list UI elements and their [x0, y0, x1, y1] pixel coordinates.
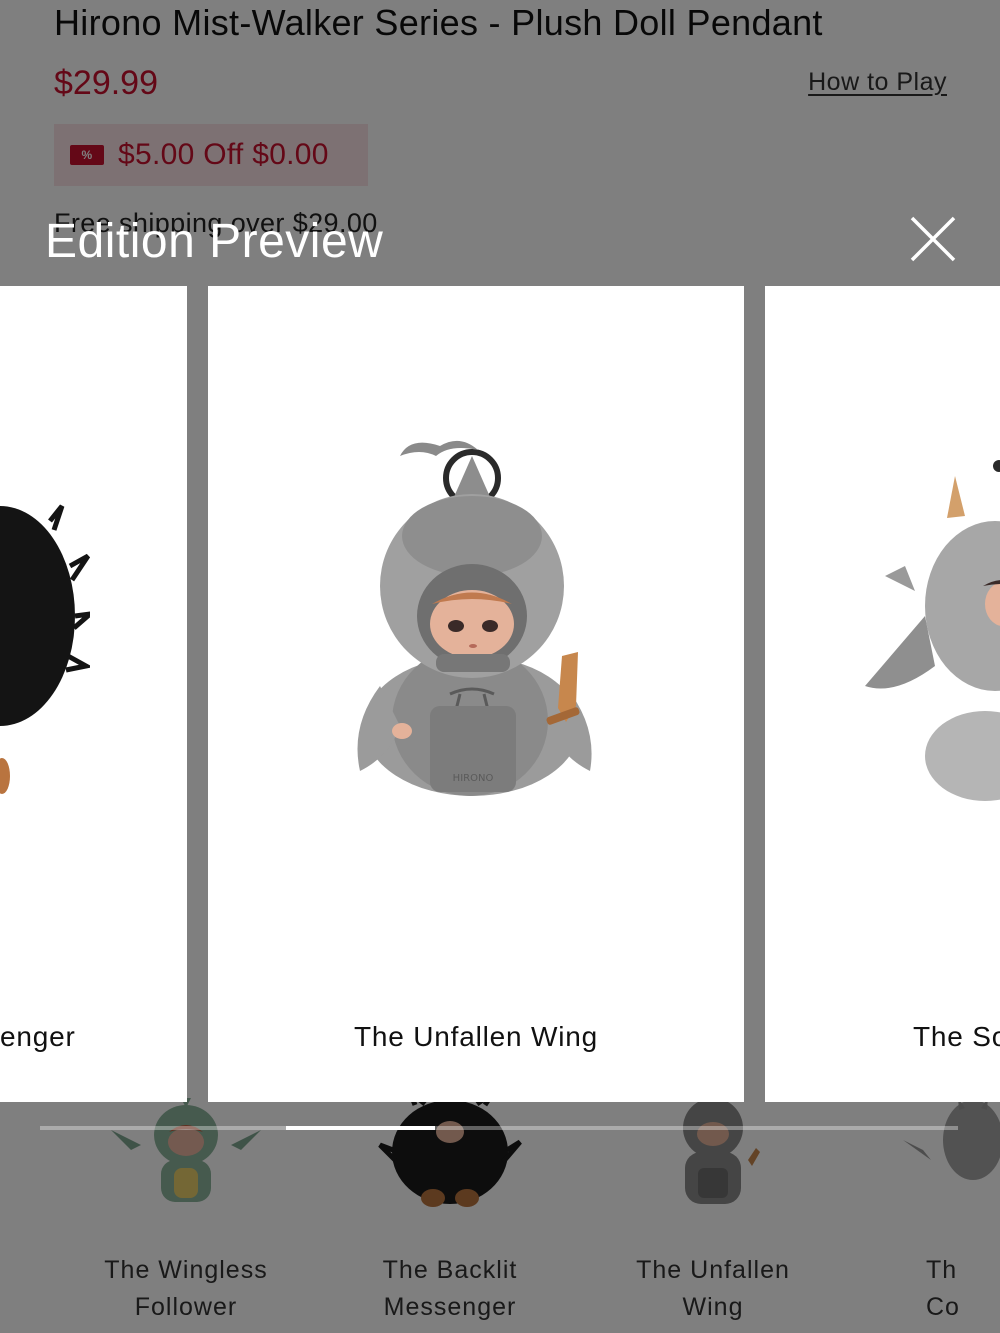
edition-slide-previous[interactable]: enger [0, 286, 187, 1102]
modal-title: Edition Preview [45, 215, 384, 268]
carousel-progress-indicator [286, 1126, 435, 1130]
doll-image: HIRONO [357, 440, 592, 796]
edition-slide-current[interactable]: HIRONO The Unfallen Wing [208, 286, 744, 1102]
doll-image [865, 460, 1000, 801]
edition-slide-next[interactable]: The So [765, 286, 1000, 1102]
edition-slide-label: enger [0, 1021, 76, 1052]
edition-slide-label: The So [913, 1021, 1000, 1052]
close-icon [910, 216, 956, 262]
svg-text:HIRONO: HIRONO [453, 773, 494, 784]
edition-slide-label: The Unfallen Wing [354, 1021, 598, 1052]
doll-image [0, 504, 90, 794]
carousel-progress-track [40, 1126, 958, 1130]
close-button[interactable] [908, 214, 958, 264]
